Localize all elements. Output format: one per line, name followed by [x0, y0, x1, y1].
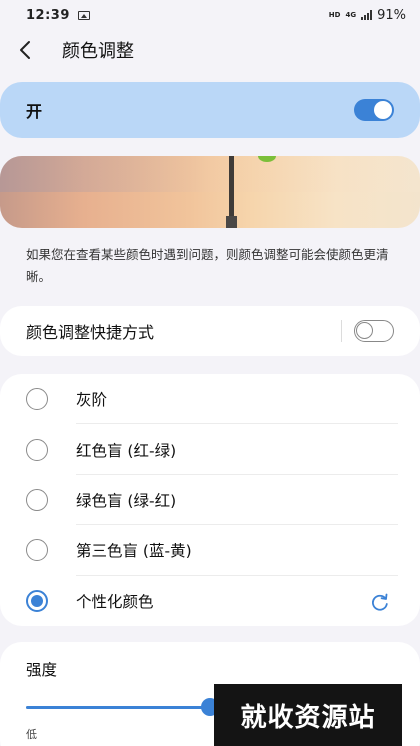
shortcut-toggle[interactable] — [354, 320, 394, 342]
option-protanomaly[interactable]: 红色盲 (红-绿) — [0, 424, 420, 475]
option-grayscale[interactable]: 灰阶 — [0, 374, 420, 425]
hd-voice-icon: HD — [328, 11, 341, 19]
page-title: 颜色调整 — [62, 41, 134, 62]
option-label: 个性化颜色 — [76, 592, 154, 611]
color-preview-image — [0, 156, 420, 228]
divider — [341, 320, 342, 342]
color-mode-options: 灰阶 红色盲 (红-绿) 绿色盲 (绿-红) 第三色盲 (蓝-黄) 个性化颜色 — [0, 374, 420, 626]
toggle-knob — [374, 101, 392, 119]
status-time: 12:39 — [26, 7, 70, 23]
option-personalized[interactable]: 个性化颜色 — [0, 576, 420, 626]
radio-button[interactable] — [26, 488, 48, 511]
chevron-left-icon — [20, 41, 30, 59]
status-bar: 12:39 HD 4G 91% — [0, 0, 420, 30]
master-toggle[interactable] — [354, 99, 394, 121]
radio-button[interactable] — [26, 438, 48, 461]
watermark-banner: 就收资源站 — [214, 684, 402, 746]
option-label: 灰阶 — [76, 391, 108, 410]
radio-button-selected[interactable] — [26, 589, 48, 612]
slider-min-label: 低 — [26, 728, 37, 741]
gallery-notification-icon — [77, 10, 90, 20]
slider-fill — [26, 706, 210, 709]
option-label: 红色盲 (红-绿) — [76, 441, 177, 460]
toggle-knob — [356, 322, 373, 339]
network-type-icon: 4G — [345, 10, 357, 19]
intensity-title: 强度 — [26, 661, 58, 679]
signal-strength-icon — [361, 10, 373, 20]
description-text: 如果您在查看某些颜色时遇到问题，则颜色调整可能会使颜色更清晰。 — [26, 247, 389, 284]
back-button[interactable] — [18, 30, 62, 70]
master-switch-label: 开 — [26, 102, 43, 121]
battery-level: 91% — [377, 7, 406, 23]
radio-button[interactable] — [26, 388, 48, 411]
refresh-icon[interactable] — [370, 592, 390, 612]
master-switch-bar[interactable]: 开 — [0, 82, 420, 138]
option-label: 绿色盲 (绿-红) — [76, 491, 177, 510]
radio-button[interactable] — [26, 539, 48, 562]
app-header: 颜色调整 — [0, 30, 420, 70]
shortcut-label: 颜色调整快捷方式 — [26, 323, 155, 342]
option-tritanomaly[interactable]: 第三色盲 (蓝-黄) — [0, 525, 420, 576]
shortcut-row[interactable]: 颜色调整快捷方式 — [0, 306, 420, 356]
option-label: 第三色盲 (蓝-黄) — [76, 542, 192, 561]
option-deuteranomaly[interactable]: 绿色盲 (绿-红) — [0, 475, 420, 526]
status-indicators: HD 4G 91% — [329, 8, 406, 23]
